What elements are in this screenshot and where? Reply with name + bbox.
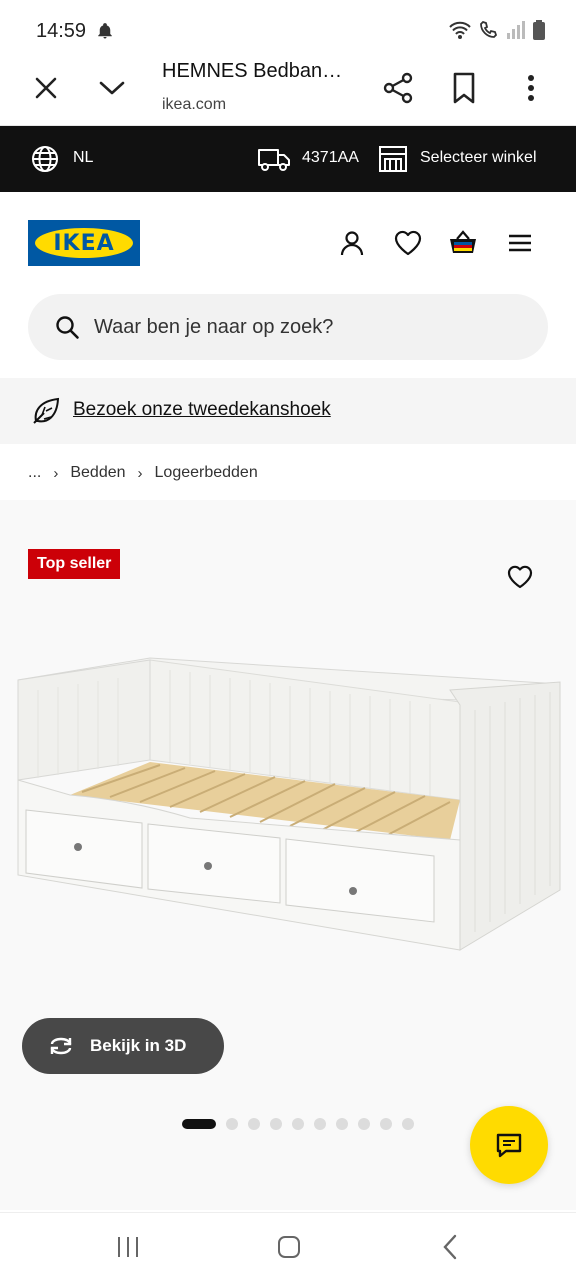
ikea-logo[interactable]: IKEA (28, 220, 140, 266)
recent-apps-icon[interactable] (115, 1235, 141, 1259)
carousel-dot[interactable] (314, 1118, 326, 1130)
view-in-3d-label: Bekijk in 3D (90, 1036, 187, 1055)
breadcrumb-separator: › (53, 464, 59, 482)
globe-icon[interactable] (30, 144, 60, 174)
wifi-call-icon (480, 20, 498, 38)
battery-icon (533, 20, 545, 40)
bell-icon (98, 23, 112, 39)
system-nav-bar (0, 1212, 576, 1280)
page-title: HEMNES Bedban… (162, 60, 343, 82)
rotate-3d-icon (50, 1037, 72, 1055)
close-icon[interactable] (30, 72, 62, 104)
carousel-dot[interactable] (226, 1118, 238, 1130)
chevron-down-icon[interactable] (96, 72, 128, 104)
wifi-icon (449, 21, 471, 39)
signal-icon (507, 21, 525, 39)
shopping-bag-icon[interactable] (448, 228, 478, 258)
breadcrumb: ... › Bedden › Logeerbedden (28, 464, 258, 482)
carousel-dot[interactable] (402, 1118, 414, 1130)
logo-oval: IKEA (35, 228, 133, 258)
heart-icon[interactable] (506, 563, 534, 591)
carousel-dot-active[interactable] (182, 1119, 216, 1129)
status-time: 14:59 (36, 20, 87, 42)
more-vert-icon[interactable] (516, 70, 546, 106)
carousel-dot[interactable] (336, 1118, 348, 1130)
search-icon[interactable] (54, 314, 80, 340)
home-icon[interactable] (277, 1235, 301, 1259)
status-icons (448, 20, 546, 40)
store-icon[interactable] (377, 143, 409, 175)
breadcrumb-separator: › (137, 464, 143, 482)
leaf-icon (33, 397, 60, 424)
browser-toolbar: HEMNES Bedban… ikea.com (0, 56, 576, 126)
product-gallery: Top seller Bekijk in 3D (0, 500, 576, 1210)
view-in-3d-button[interactable]: Bekijk in 3D (22, 1018, 224, 1074)
menu-icon[interactable] (505, 228, 535, 258)
second-chance-link[interactable]: Bezoek onze tweedekanshoek (73, 399, 331, 421)
carousel-indicator[interactable] (182, 1118, 414, 1130)
heart-icon[interactable] (393, 228, 423, 258)
carousel-dot[interactable] (248, 1118, 260, 1130)
user-icon[interactable] (337, 228, 367, 258)
breadcrumb-item-logeerbedden[interactable]: Logeerbedden (155, 464, 258, 482)
carousel-dot[interactable] (380, 1118, 392, 1130)
select-store-link[interactable]: Selecteer winkel (420, 149, 537, 167)
language-selector[interactable]: NL (73, 149, 93, 167)
postcode-selector[interactable]: 4371AA (302, 149, 359, 167)
breadcrumb-item-bedden[interactable]: Bedden (70, 464, 125, 482)
utility-bar: NL 4371AA Selecteer winkel (0, 126, 576, 192)
carousel-dot[interactable] (270, 1118, 282, 1130)
top-seller-badge: Top seller (28, 549, 121, 579)
search-input[interactable] (94, 294, 524, 360)
truck-icon[interactable] (257, 144, 291, 174)
search-bar[interactable] (28, 294, 548, 360)
bookmark-icon[interactable] (448, 70, 480, 106)
carousel-dot[interactable] (358, 1118, 370, 1130)
page-url: ikea.com (162, 96, 227, 113)
product-image[interactable] (10, 650, 566, 970)
chat-button[interactable] (470, 1106, 548, 1184)
site-header: IKEA (0, 192, 576, 292)
second-chance-banner: Bezoek onze tweedekanshoek (0, 378, 576, 444)
breadcrumb-more[interactable]: ... (28, 464, 41, 482)
back-icon[interactable] (440, 1233, 460, 1261)
chat-icon (496, 1133, 522, 1158)
status-bar: 14:59 (0, 0, 576, 56)
share-icon[interactable] (380, 70, 416, 106)
logo-text: IKEA (53, 230, 115, 256)
carousel-dot[interactable] (292, 1118, 304, 1130)
